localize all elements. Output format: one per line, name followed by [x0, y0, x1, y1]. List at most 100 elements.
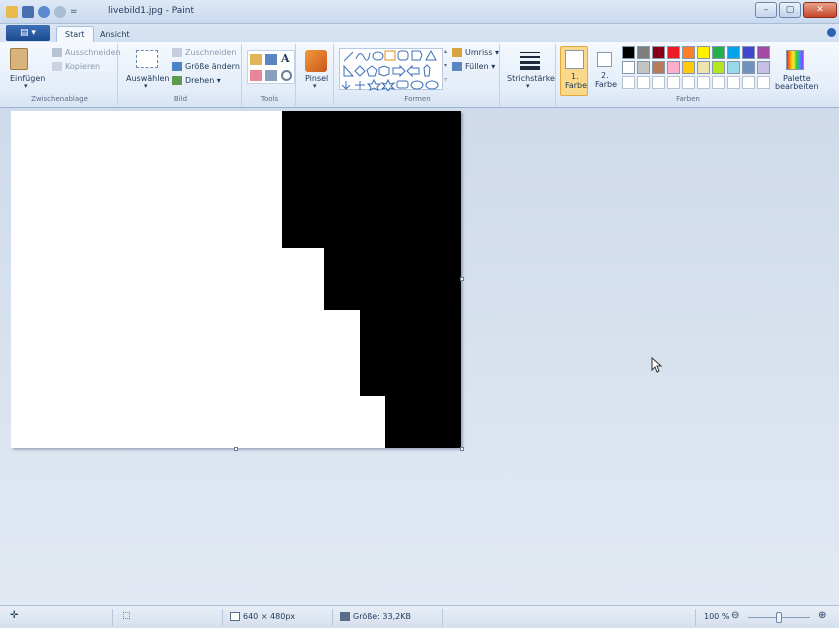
fill-bucket-icon[interactable]	[265, 54, 277, 65]
custom-color-slot[interactable]	[757, 76, 770, 89]
work-area[interactable]	[0, 108, 839, 605]
app-menu-button[interactable]: ▤ ▾	[6, 25, 50, 41]
zoom-in-button[interactable]: ⊕	[818, 610, 826, 621]
magnifier-icon[interactable]	[281, 70, 292, 81]
status-bar: ✛ ⬚ 640 × 480px Größe: 33,2KB 100 % ⊖ ⊕	[0, 605, 839, 628]
resize-handle-bottom[interactable]	[234, 447, 238, 451]
status-separator	[222, 609, 223, 626]
color-swatch[interactable]	[697, 61, 710, 74]
black-region-top	[282, 111, 461, 248]
select-dropdown-icon[interactable]: ▾	[144, 82, 148, 90]
window-title: livebild1.jpg - Paint	[108, 6, 195, 16]
group-label-tools: Tools	[260, 95, 279, 103]
ribbon-tab-row: ▤ ▾ Start Ansicht	[0, 24, 839, 42]
custom-color-slot[interactable]	[712, 76, 725, 89]
brush-icon[interactable]	[305, 50, 327, 72]
color-swatch[interactable]	[652, 61, 665, 74]
color2-button[interactable]: 2. Farbe	[591, 46, 619, 96]
fill-button[interactable]: Füllen ▾	[452, 62, 495, 71]
edit-colors-icon[interactable]	[786, 50, 804, 70]
shapes-more-icon[interactable]: ▿	[444, 76, 447, 83]
color-swatch[interactable]	[742, 46, 755, 59]
pencil-icon[interactable]	[250, 54, 262, 65]
custom-color-slot[interactable]	[697, 76, 710, 89]
paint-app-icon[interactable]	[6, 6, 18, 18]
paste-icon[interactable]	[10, 48, 28, 70]
custom-color-slot[interactable]	[727, 76, 740, 89]
color1-button[interactable]: 1. Farbe	[560, 46, 588, 96]
custom-color-slot[interactable]	[637, 76, 650, 89]
color1-label-num: 1.	[571, 72, 579, 81]
help-icon[interactable]	[827, 28, 836, 37]
redo-icon[interactable]	[54, 6, 66, 18]
shapes-scroll-down-icon[interactable]: ▾	[444, 62, 447, 69]
shapes-gallery-icons	[341, 49, 439, 92]
color-swatch[interactable]	[652, 46, 665, 59]
paste-dropdown-icon[interactable]: ▾	[24, 82, 28, 90]
color-swatch[interactable]	[727, 46, 740, 59]
customize-qa-icon[interactable]: =	[70, 7, 78, 17]
resize-button[interactable]: Größe ändern	[172, 62, 240, 71]
group-label-image: Bild	[173, 95, 188, 103]
maximize-button[interactable]: ▢	[779, 2, 801, 18]
color-swatch[interactable]	[637, 46, 650, 59]
rotate-button[interactable]: Drehen ▾	[172, 76, 221, 85]
text-tool-icon[interactable]: A	[281, 52, 290, 65]
shapes-gallery[interactable]	[339, 48, 443, 92]
tab-start[interactable]: Start	[56, 26, 94, 42]
color-swatch[interactable]	[667, 46, 680, 59]
color-swatch[interactable]	[712, 61, 725, 74]
outline-button[interactable]: Umriss ▾	[452, 48, 499, 57]
custom-color-slot[interactable]	[652, 76, 665, 89]
resize-handle-corner[interactable]	[460, 447, 464, 451]
color-swatch[interactable]	[622, 61, 635, 74]
select-icon[interactable]	[136, 50, 158, 68]
tab-view[interactable]: Ansicht	[92, 26, 138, 42]
drawing-canvas[interactable]	[11, 111, 461, 448]
color-swatch[interactable]	[757, 61, 770, 74]
custom-color-slot[interactable]	[667, 76, 680, 89]
shapes-scroll-up-icon[interactable]: ▴	[444, 48, 447, 55]
save-icon[interactable]	[22, 6, 34, 18]
copy-icon	[52, 62, 62, 71]
color1-swatch	[565, 50, 584, 69]
custom-color-slot[interactable]	[682, 76, 695, 89]
group-tools: A Tools	[244, 44, 296, 106]
tools-grid: A	[247, 50, 295, 84]
undo-icon[interactable]	[38, 6, 50, 18]
stroke-width-button[interactable]: Strichstärke	[507, 74, 555, 83]
edit-colors-label-2[interactable]: bearbeiten	[775, 82, 819, 91]
rotate-icon	[172, 76, 182, 85]
black-region-step-4	[385, 395, 461, 448]
color-swatch[interactable]	[697, 46, 710, 59]
image-dimensions: 640 × 480px	[230, 612, 295, 621]
minimize-button[interactable]: –	[755, 2, 777, 18]
group-clipboard: Einfügen ▾ Ausschneiden Kopieren Zwische…	[2, 44, 121, 106]
custom-color-slot[interactable]	[742, 76, 755, 89]
custom-color-slot[interactable]	[622, 76, 635, 89]
zoom-out-button[interactable]: ⊖	[731, 610, 739, 621]
color-picker-icon[interactable]	[265, 70, 277, 81]
color-swatch[interactable]	[667, 61, 680, 74]
cut-button[interactable]: Ausschneiden	[52, 48, 121, 57]
stroke-width-icon[interactable]	[520, 50, 540, 70]
eraser-icon[interactable]	[250, 70, 262, 81]
brushes-dropdown-icon[interactable]: ▾	[313, 82, 317, 90]
ribbon: Einfügen ▾ Ausschneiden Kopieren Zwische…	[0, 42, 839, 108]
stroke-width-dropdown-icon[interactable]: ▾	[526, 82, 530, 90]
color-swatch[interactable]	[682, 46, 695, 59]
color-swatch[interactable]	[757, 46, 770, 59]
color-swatch[interactable]	[622, 46, 635, 59]
color-swatch[interactable]	[742, 61, 755, 74]
color-swatch[interactable]	[637, 61, 650, 74]
color-swatch[interactable]	[712, 46, 725, 59]
color-swatch[interactable]	[682, 61, 695, 74]
color-swatch[interactable]	[727, 61, 740, 74]
copy-button[interactable]: Kopieren	[52, 62, 100, 71]
close-button[interactable]: ✕	[803, 2, 837, 18]
resize-handle-right[interactable]	[460, 277, 464, 281]
resize-icon	[172, 62, 182, 71]
crop-button[interactable]: Zuschneiden	[172, 48, 236, 57]
zoom-slider-thumb[interactable]	[776, 612, 782, 623]
black-region-step-2	[324, 247, 461, 310]
